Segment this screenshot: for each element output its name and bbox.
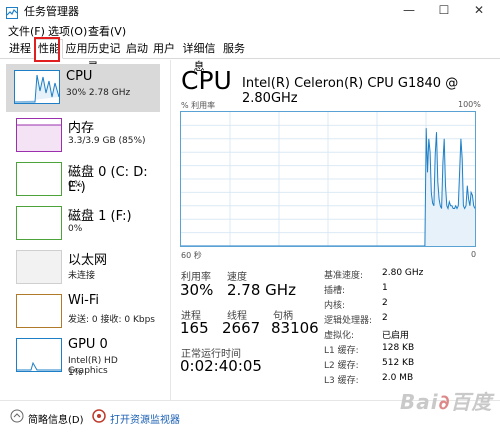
title-bar: 任务管理器 — ☐ ✕ — [0, 0, 500, 20]
sidebar-item-title: Wi-Fi — [68, 293, 100, 308]
detail-key: 插槽: — [324, 286, 346, 296]
detail-value: 2 — [382, 298, 388, 308]
minimize-button[interactable]: — — [392, 0, 426, 20]
cpu-graph-svg — [181, 112, 476, 247]
memory-thumbnail — [16, 118, 62, 152]
wifi-thumbnail — [16, 294, 62, 328]
close-button[interactable]: ✕ — [462, 0, 496, 20]
tab-bar: 进程 性能 应用历史记录 启动 用户 详细信息 服务 — [0, 38, 500, 73]
tab-users[interactable]: 用户 — [151, 40, 177, 58]
detail-key: 逻辑处理器: — [324, 316, 373, 326]
fewer-details-link[interactable]: 简略信息(D) — [28, 411, 84, 426]
cpu-usage-graph — [180, 111, 476, 247]
sidebar-item-sub: 未连接 — [68, 271, 96, 281]
open-resource-monitor-link[interactable]: 打开资源监视器 — [110, 411, 180, 426]
disk0-thumbnail — [16, 162, 62, 196]
detail-key: L3 缓存: — [324, 376, 359, 386]
processes-value: 165 — [180, 319, 209, 337]
tab-startup[interactable]: 启动 — [124, 40, 150, 58]
sidebar-item-sub: 3.3/3.9 GB (85%) — [68, 136, 146, 146]
sidebar-item-wifi[interactable]: Wi-Fi 发送: 0 接收: 0 Kbps — [8, 288, 160, 336]
task-manager-icon — [6, 4, 18, 19]
sidebar-item-ethernet[interactable]: 以太网 未连接 — [8, 244, 160, 292]
speed-value: 2.78 GHz — [227, 281, 296, 299]
sidebar-item-title: GPU 0 — [68, 337, 108, 352]
collapse-icon[interactable] — [10, 409, 24, 426]
watermark: Bai∂百度 — [400, 390, 493, 414]
detail-value: 512 KB — [382, 358, 415, 368]
menu-view[interactable]: 查看(V) — [88, 23, 126, 39]
detail-value: 128 KB — [382, 343, 415, 353]
cpu-thumbnail — [14, 70, 60, 104]
detail-value: 2.0 MB — [382, 373, 414, 383]
sidebar-item-disk1[interactable]: 磁盘 1 (F:) 0% — [8, 200, 160, 248]
detail-key: 虚拟化: — [324, 331, 355, 341]
threads-value: 2667 — [222, 319, 261, 337]
disk1-thumbnail — [16, 206, 62, 240]
detail-key: L1 缓存: — [324, 346, 359, 356]
gpu-thumbnail — [16, 338, 62, 372]
graph-time-label: 60 秒 — [181, 251, 202, 260]
sidebar-item-sub: 0% — [68, 180, 83, 190]
graph-max-label: 100% — [458, 100, 481, 109]
sidebar-item-title: 以太网 — [68, 253, 108, 268]
detail-key: 基准速度: — [324, 271, 364, 281]
detail-value: 已启用 — [382, 331, 410, 341]
sidebar-item-sub: 发送: 0 接收: 0 Kbps — [68, 315, 155, 325]
ethernet-thumbnail — [16, 250, 62, 284]
detail-key: L2 缓存: — [324, 361, 359, 371]
maximize-button[interactable]: ☐ — [427, 0, 461, 20]
sidebar-item-gpu[interactable]: GPU 0 Intel(R) HD Graphics 1% — [8, 332, 160, 388]
sidebar-item-title: 内存 — [68, 121, 95, 136]
page-title: CPU — [181, 66, 232, 95]
graph-label: % 利用率 — [181, 101, 216, 110]
sidebar-item-memory[interactable]: 内存 3.3/3.9 GB (85%) — [8, 112, 160, 160]
tab-services[interactable]: 服务 — [221, 40, 247, 58]
sidebar-item-sub: 0% — [68, 224, 83, 234]
detail-value: 2.80 GHz — [382, 268, 424, 278]
highlight-box — [34, 37, 60, 62]
sidebar-item-sub2: 1% — [68, 368, 83, 378]
sidebar-item-disk0[interactable]: 磁盘 0 (C: D: E:) 0% — [8, 156, 160, 204]
sidebar-item-title: 磁盘 1 (F:) — [68, 209, 132, 224]
detail-key: 内核: — [324, 301, 346, 311]
utilization-value: 30% — [180, 281, 214, 299]
sidebar-item-sub: 30% 2.78 GHz — [66, 88, 131, 98]
sidebar-item-cpu[interactable]: CPU 30% 2.78 GHz — [6, 64, 160, 112]
tab-app-history[interactable]: 应用历史记录 — [63, 40, 123, 73]
tab-processes[interactable]: 进程 — [6, 40, 34, 58]
uptime-value: 0:02:40:05 — [180, 357, 262, 375]
tab-details[interactable]: 详细信息 — [178, 40, 220, 73]
sidebar-item-title: CPU — [66, 69, 93, 84]
menu-bar: 文件(F) 选项(O) 查看(V) — [0, 22, 500, 38]
resource-sidebar: CPU 30% 2.78 GHz 内存 3.3/3.9 GB (85%) 磁盘 … — [0, 60, 171, 400]
resource-monitor-icon[interactable] — [92, 409, 106, 426]
window-title: 任务管理器 — [24, 5, 79, 18]
graph-min-label: 0 — [471, 250, 477, 259]
detail-value: 2 — [382, 313, 388, 323]
handles-value: 83106 — [271, 319, 319, 337]
detail-value: 1 — [382, 283, 388, 293]
